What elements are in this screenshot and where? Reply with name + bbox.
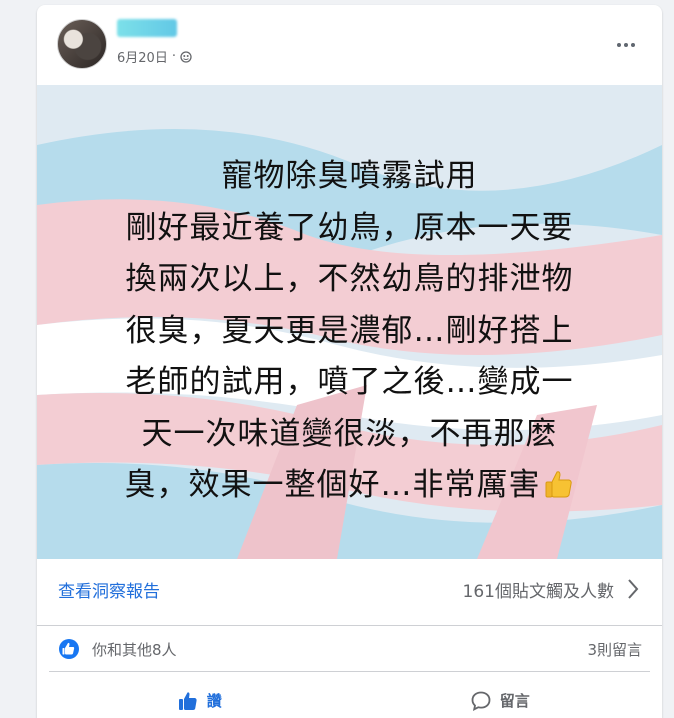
image-text-line: 剛好最近養了幼鳥，原本一天要 xyxy=(125,209,574,246)
image-text-line: 老師的試用，噴了之後…變成一 xyxy=(125,364,574,400)
image-text-line: 天一次味道變很淡，不再那麽 xyxy=(141,415,558,452)
more-options-button[interactable] xyxy=(608,27,644,63)
comments-count[interactable]: 3則留言 xyxy=(587,639,642,660)
comment-button[interactable]: 留言 xyxy=(350,672,651,718)
post-image-text: 寵物除臭噴霧試用 剛好最近養了幼鳥，原本一天要 換兩次以上，不然幼鳥的排泄物 很… xyxy=(37,151,662,512)
image-text-line: 很臭，夏天更是濃郁…剛好搭上 xyxy=(125,312,574,349)
chevron-right-icon[interactable] xyxy=(626,577,640,601)
like-badge-icon[interactable] xyxy=(59,639,79,659)
insights-bar: 查看洞察報告 161個貼文觸及人數 xyxy=(37,559,662,626)
post-card: 6月20日 · 寵物除臭噴霧試用 剛好最近養了幼鳥，原本一天要 換兩次以上，不然… xyxy=(37,5,662,718)
image-text-line: 臭，效果一整個好…非常厲害 xyxy=(124,467,541,503)
thumbs-up-icon xyxy=(545,471,572,498)
comment-icon xyxy=(471,691,491,711)
post-header: 6月20日 · xyxy=(37,5,662,85)
globe-icon[interactable] xyxy=(180,50,192,63)
avatar[interactable] xyxy=(57,19,107,69)
image-text-line-last: 臭，效果一整個好…非常厲害 xyxy=(37,460,662,512)
reactions-bar: 你和其他8人 3則留言 xyxy=(37,625,662,675)
action-bar: 讚 留言 xyxy=(49,671,650,718)
view-insights-link[interactable]: 查看洞察報告 xyxy=(58,577,160,602)
like-button-label: 讚 xyxy=(206,692,222,710)
post-meta: 6月20日 · xyxy=(117,47,192,66)
reactions-summary[interactable]: 你和其他8人 xyxy=(92,639,177,660)
like-button[interactable]: 讚 xyxy=(49,672,350,718)
image-text-line: 換兩次以上，不然幼鳥的排泄物 xyxy=(125,261,574,297)
post-date[interactable]: 6月20日 xyxy=(117,47,168,66)
thumbs-up-icon xyxy=(178,691,197,710)
meta-separator: · xyxy=(171,49,176,64)
image-text-line: 寵物除臭噴霧試用 xyxy=(221,158,478,194)
comment-button-label: 留言 xyxy=(499,692,530,710)
author-name-redacted[interactable] xyxy=(117,19,177,37)
more-dot xyxy=(631,43,635,47)
more-horizontal-icon xyxy=(617,43,621,47)
post-image[interactable]: 寵物除臭噴霧試用 剛好最近養了幼鳥，原本一天要 換兩次以上，不然幼鳥的排泄物 很… xyxy=(37,85,662,559)
post-reach-count[interactable]: 161個貼文觸及人數 xyxy=(463,577,614,602)
more-dot xyxy=(624,43,628,47)
